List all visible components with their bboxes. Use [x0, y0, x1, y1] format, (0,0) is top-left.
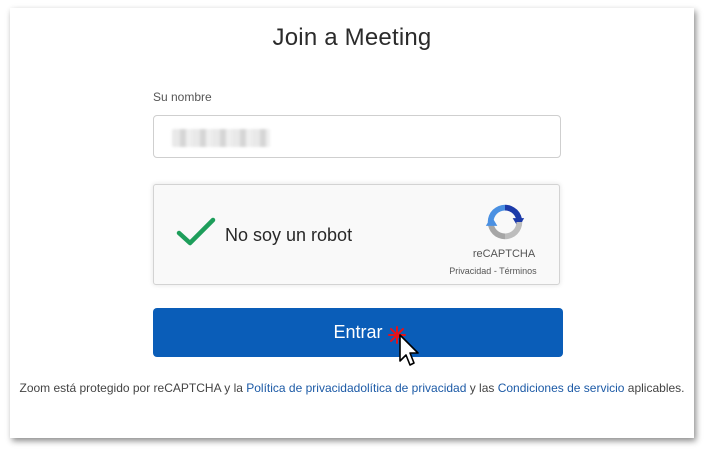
recaptcha-privacy-link[interactable]: Privacidad [449, 266, 491, 276]
blurred-name-text [172, 129, 270, 147]
footer-text: Zoom está protegido por reCAPTCHA y la P… [10, 381, 694, 395]
footer-suffix: aplicables. [624, 381, 685, 395]
name-field-label: Su nombre [153, 90, 212, 104]
checkmark-icon[interactable] [176, 216, 216, 248]
footer-prefix: Zoom está protegido por reCAPTCHA y la [19, 381, 247, 395]
mouse-pointer-icon [388, 326, 419, 366]
recaptcha-terms-link[interactable]: Términos [499, 266, 537, 276]
recaptcha-separator: - [491, 266, 500, 276]
enter-button[interactable]: Entrar [153, 308, 563, 357]
name-input[interactable] [153, 115, 561, 158]
page-title: Join a Meeting [272, 24, 432, 51]
recaptcha-brand: reCAPTCHA [472, 248, 536, 260]
join-meeting-panel: Join a Meeting Su nombre No soy un robot… [10, 8, 694, 438]
footer-middle: y las [466, 381, 498, 395]
recaptcha-links: Privacidad - Términos [438, 266, 548, 276]
privacy-policy-link[interactable]: Política de privacidadolítica de privaci… [246, 381, 466, 395]
recaptcha-widget: No soy un robot reCAPTCHA Privacidad - T… [153, 184, 560, 285]
recaptcha-logo-icon [485, 204, 525, 240]
captcha-label: No soy un robot [225, 225, 353, 245]
terms-of-service-link[interactable]: Condiciones de servicio [498, 381, 625, 395]
